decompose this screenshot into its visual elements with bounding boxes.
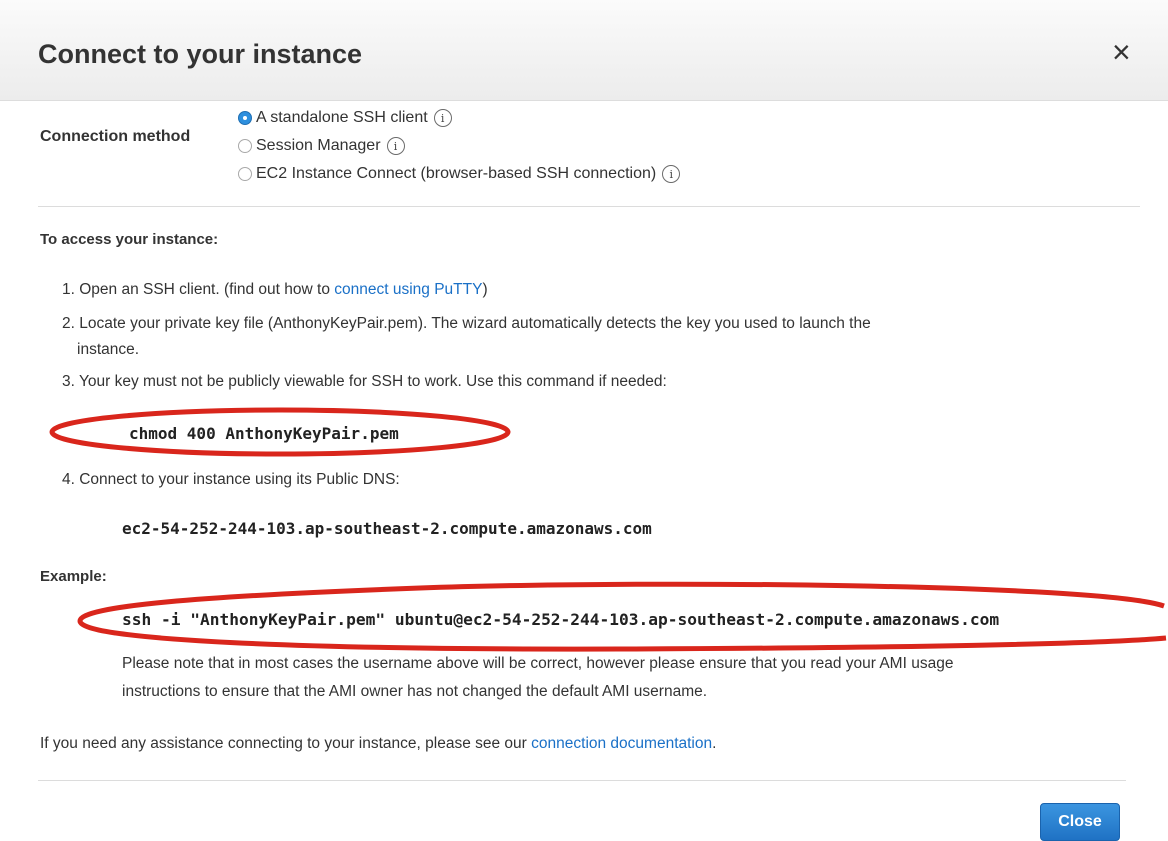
step-1-text: 1. Open an SSH client. (find out how to <box>62 281 335 298</box>
username-note-line-1: Please note that in most cases the usern… <box>122 655 954 672</box>
assistance-text-end: . <box>712 735 717 752</box>
radio-option-instance-connect[interactable]: EC2 Instance Connect (browser-based SSH … <box>238 163 681 185</box>
dialog-title: Connect to your instance <box>38 39 363 69</box>
step-1-end: ) <box>482 281 488 298</box>
radio-option-session-manager[interactable]: Session Manager i <box>238 135 405 157</box>
dialog-header: Connect to your instance × <box>0 0 1168 101</box>
radio-label-ssh-client: A standalone SSH client <box>256 109 428 126</box>
radio-label-session-manager: Session Manager <box>256 137 381 154</box>
ssh-example-command: ssh -i "AnthonyKeyPair.pem" ubuntu@ec2-5… <box>122 610 1000 629</box>
step-1: 1. Open an SSH client. (find out how to … <box>62 278 488 302</box>
footer-divider <box>38 780 1126 781</box>
access-section-title: To access your instance: <box>40 231 219 248</box>
connect-dialog: Connect to your instance × Connection me… <box>0 0 1168 841</box>
radio-label-instance-connect: EC2 Instance Connect (browser-based SSH … <box>256 165 657 182</box>
radio-button[interactable] <box>238 139 252 153</box>
section-divider <box>38 206 1140 207</box>
close-icon[interactable]: × <box>1112 36 1131 68</box>
putty-link[interactable]: connect using PuTTY <box>334 281 482 298</box>
info-icon[interactable]: i <box>662 165 681 183</box>
connection-documentation-link[interactable]: connection documentation <box>531 735 712 752</box>
info-icon[interactable]: i <box>386 137 405 155</box>
step-3: 3. Your key must not be publicly viewabl… <box>62 373 667 390</box>
assistance-text: If you need any assistance connecting to… <box>40 735 716 753</box>
public-dns-value: ec2-54-252-244-103.ap-southeast-2.comput… <box>122 519 652 538</box>
radio-button-selected[interactable] <box>238 111 252 125</box>
connection-method-label: Connection method <box>40 128 191 145</box>
close-button[interactable]: Close <box>1040 803 1120 841</box>
username-note-line-2: instructions to ensure that the AMI owne… <box>122 683 708 700</box>
info-icon[interactable]: i <box>433 109 452 127</box>
step-4: 4. Connect to your instance using its Pu… <box>62 471 400 488</box>
radio-option-ssh-client[interactable]: A standalone SSH client i <box>238 107 452 129</box>
radio-button[interactable] <box>238 167 252 181</box>
step-2-line-1: 2. Locate your private key file (Anthony… <box>62 315 871 332</box>
chmod-command: chmod 400 AnthonyKeyPair.pem <box>129 424 399 443</box>
step-2-line-2: instance. <box>77 341 140 358</box>
example-section-title: Example: <box>40 568 107 585</box>
annotation-overlay <box>49 407 1167 652</box>
assistance-text-prefix: If you need any assistance connecting to… <box>40 735 532 752</box>
